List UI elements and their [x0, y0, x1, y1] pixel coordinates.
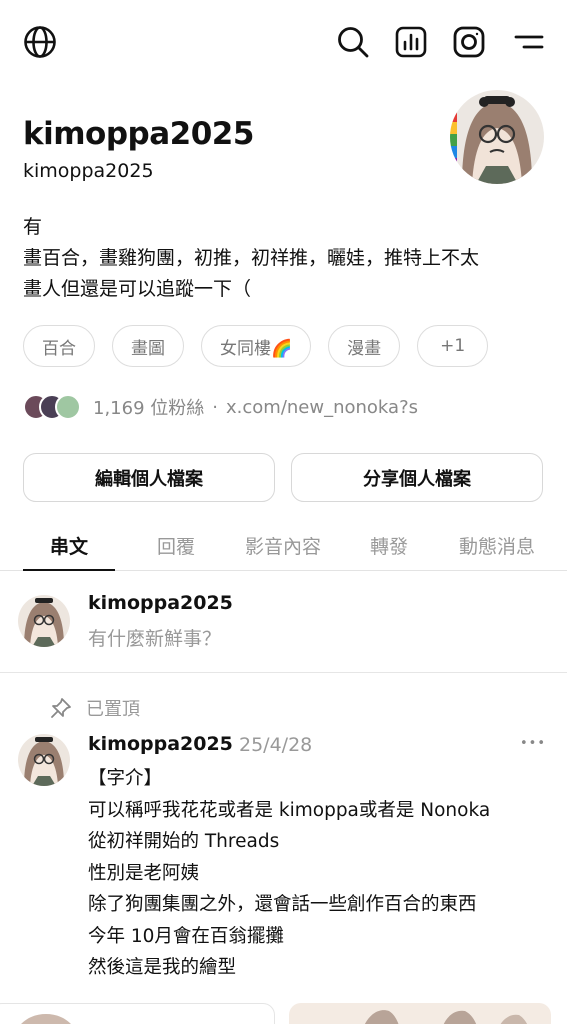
post-line: 可以稱呼我花花或者是 kimoppa或者是 Nonoka [88, 799, 491, 821]
more-tags-chip[interactable]: +1 [417, 325, 489, 367]
bio-line: 畫人但還是可以追蹤一下（ [23, 278, 252, 300]
post-line: 【字介】 [88, 768, 163, 789]
compose-row[interactable]: kimoppa2025 有什麼新鮮事？ [0, 572, 567, 673]
profile-name: kimoppa2025 [23, 116, 254, 152]
tab-activity[interactable]: 動態消息 [440, 527, 554, 571]
instagram-icon[interactable] [449, 22, 489, 62]
tag-chip[interactable]: 百合 [23, 325, 95, 367]
interest-tags: 百合 畫圖 女同樓🌈 漫畫 +1 [23, 325, 489, 367]
post-line: 今年 10月會在百翁擺攤 [88, 925, 284, 947]
bio-line: 畫百合，畫雞狗團，初推，初祥推，曬娃，推特上不太 [23, 247, 480, 269]
globe-icon[interactable] [20, 22, 60, 62]
pinned-label: 已置頂 [50, 694, 140, 722]
top-bar [0, 22, 567, 64]
share-profile-button[interactable]: 分享個人檔案 [291, 453, 543, 502]
insights-icon[interactable] [391, 22, 431, 62]
pinned-text: 已置頂 [86, 699, 140, 720]
separator: · [212, 396, 218, 418]
follower-avatar [55, 394, 81, 420]
compose-input[interactable]: 有什麼新鮮事？ [88, 624, 221, 651]
profile-bio: 有 畫百合，畫雞狗團，初推，初祥推，曬娃，推特上不太 畫人但還是可以追蹤一下（ [23, 212, 553, 305]
tag-chip[interactable]: 漫畫 [328, 325, 401, 367]
followers-row: 1,169 位粉絲 · x.com/new_nonoka?s [23, 393, 418, 421]
profile-link[interactable]: x.com/new_nonoka?s [226, 397, 418, 418]
post-image[interactable] [289, 1003, 551, 1024]
follower-avatars[interactable] [23, 394, 81, 420]
post-line: 從初祥開始的 Threads [88, 831, 280, 852]
post-line: 性別是老阿姨 [88, 862, 200, 884]
menu-icon[interactable] [509, 22, 549, 62]
edit-profile-button[interactable]: 編輯個人檔案 [23, 453, 275, 502]
tab-threads[interactable]: 串文 [23, 527, 115, 571]
post-avatar[interactable] [18, 734, 70, 786]
tag-chip[interactable]: 女同樓🌈 [201, 325, 312, 367]
post-username[interactable]: kimoppa2025 [88, 733, 233, 755]
tab-reposts[interactable]: 轉發 [343, 527, 435, 571]
tab-media[interactable]: 影音內容 [228, 527, 338, 571]
bio-line: 有 [23, 216, 43, 238]
tab-replies[interactable]: 回覆 [130, 527, 222, 571]
post-image[interactable] [0, 1003, 275, 1024]
profile-tabs: 串文 回覆 影音內容 轉發 動態消息 [0, 527, 567, 571]
tag-chip[interactable]: 畫圖 [112, 325, 184, 367]
profile-avatar[interactable] [450, 90, 544, 184]
post-body: 【字介】 可以稱呼我花花或者是 kimoppa或者是 Nonoka 從初祥開始的… [88, 763, 490, 984]
profile-handle: kimoppa2025 [23, 160, 154, 182]
post-line: 除了狗團集團之外，還會話一些創作百合的東西 [88, 894, 477, 915]
search-icon[interactable] [333, 22, 373, 62]
post-date: 25/4/28 [239, 734, 313, 756]
more-options-icon[interactable]: ••• [520, 736, 546, 751]
avatar [18, 595, 70, 647]
followers-count[interactable]: 1,169 位粉絲 [93, 394, 204, 420]
pin-icon [50, 697, 72, 719]
post-line: 然後這是我的繪型 [88, 957, 237, 978]
compose-username: kimoppa2025 [88, 592, 233, 614]
